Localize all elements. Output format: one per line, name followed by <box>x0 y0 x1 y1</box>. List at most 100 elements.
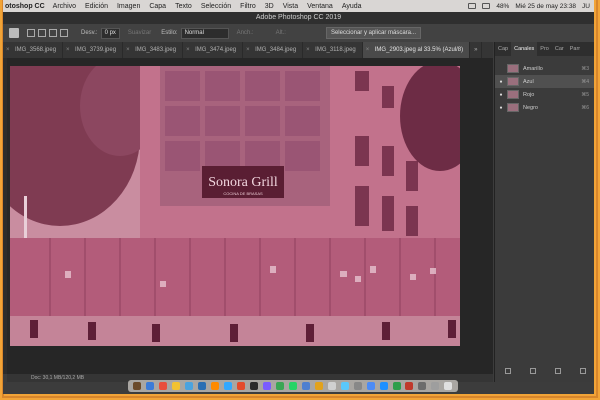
dock-app-icon[interactable] <box>211 382 220 390</box>
load-selection-icon[interactable] <box>504 368 511 374</box>
dock-app-icon[interactable] <box>444 382 453 390</box>
tab-img-2903[interactable]: × IMG_2903.jpeg al 33.5% (Azul/8) <box>362 42 471 58</box>
tab-img-3568[interactable]: × IMG_3568.jpeg <box>3 42 64 58</box>
menu-ayuda[interactable]: Ayuda <box>342 3 362 10</box>
channel-shortcut: ⌘5 <box>581 91 589 98</box>
dock-app-icon[interactable] <box>314 382 323 390</box>
close-icon[interactable]: × <box>66 42 70 58</box>
canvas-area[interactable]: Sonora Grill COCINA DE BRASAS <box>7 58 493 374</box>
sign-text: Sonora Grill <box>208 175 278 190</box>
channel-shortcut: ⌘4 <box>581 78 589 85</box>
close-icon[interactable]: × <box>6 42 10 58</box>
dock-app-icon[interactable] <box>431 382 440 390</box>
channel-azul[interactable]: ● Azul ⌘4 <box>495 75 594 88</box>
intersect-selection-icon[interactable] <box>60 29 68 37</box>
dock-app-icon[interactable] <box>185 382 194 390</box>
sign-subtext: COCINA DE BRASAS <box>223 191 263 196</box>
marquee-tool-icon[interactable] <box>9 28 19 38</box>
dock-app-icon[interactable] <box>159 382 168 390</box>
channel-name: Azul <box>523 78 534 85</box>
dock-app-icon[interactable] <box>263 382 271 390</box>
tab-img-3474[interactable]: × IMG_3474.jpeg <box>183 42 244 58</box>
tab-img-3483[interactable]: × IMG_3483.jpeg <box>123 42 184 58</box>
select-and-mask-button[interactable]: Seleccionar y aplicar máscara... <box>325 27 421 39</box>
dock-app-icon[interactable] <box>133 382 142 390</box>
barrier-wall <box>10 238 460 316</box>
suavizar-checkbox[interactable]: Suavizar <box>128 30 151 36</box>
menu-texto[interactable]: Texto <box>175 3 192 10</box>
dock-app-icon[interactable] <box>379 382 388 390</box>
dock-app-icon[interactable] <box>275 382 284 390</box>
dock-app-icon[interactable] <box>366 382 375 390</box>
tabs-overflow-button[interactable]: » <box>470 42 483 58</box>
dock-app-icon[interactable] <box>327 382 336 390</box>
dock-app-icon[interactable] <box>198 382 207 390</box>
dock <box>128 380 458 392</box>
close-icon[interactable]: × <box>366 42 370 58</box>
tab-propiedades[interactable]: Pro <box>537 42 552 56</box>
battery-icon[interactable] <box>482 3 491 9</box>
estilo-select[interactable]: Normal <box>180 27 229 39</box>
close-icon[interactable]: × <box>306 42 310 58</box>
menu-imagen[interactable]: Imagen <box>117 3 140 10</box>
clock[interactable]: Mié 25 de may 23:38 <box>515 3 576 10</box>
dock-app-icon[interactable] <box>301 382 310 390</box>
add-selection-icon[interactable] <box>38 29 46 37</box>
tab-label: IMG_3474.jpeg <box>195 47 237 53</box>
dock-app-icon[interactable] <box>392 382 401 390</box>
app-menu[interactable]: otoshop CC <box>5 3 45 10</box>
dock-app-icon[interactable] <box>237 382 246 390</box>
close-icon[interactable]: × <box>186 42 190 58</box>
tab-canales[interactable]: Canales <box>511 42 538 56</box>
document-image[interactable]: Sonora Grill COCINA DE BRASAS <box>10 66 460 346</box>
eye-icon[interactable]: ● <box>498 79 504 85</box>
anch-label: Anch.: <box>236 30 254 36</box>
menu-3d[interactable]: 3D <box>265 3 274 10</box>
save-selection-icon[interactable] <box>529 368 536 374</box>
desv-field[interactable]: 0 px <box>100 27 120 39</box>
tab-img-3739[interactable]: × IMG_3739.jpeg <box>63 42 124 58</box>
menu-seleccion[interactable]: Selección <box>201 3 231 10</box>
channel-thumbnail <box>507 90 519 99</box>
dock-app-icon[interactable] <box>418 382 427 390</box>
channel-list: Amarillo ⌘3 ● Azul ⌘4 ● Rojo ⌘5 ● Negro … <box>495 62 594 114</box>
menu-archivo[interactable]: Archivo <box>53 3 76 10</box>
wifi-icon[interactable] <box>468 3 477 9</box>
tab-caracter[interactable]: Car <box>552 42 567 56</box>
menu-ventana[interactable]: Ventana <box>307 3 333 10</box>
menubar-status: 48% Mié 25 de may 23:38 JU <box>468 0 590 12</box>
photo-svg: Sonora Grill COCINA DE BRASAS <box>10 66 460 346</box>
menu-vista[interactable]: Vista <box>283 3 298 10</box>
tab-img-3118[interactable]: × IMG_3118.jpeg <box>303 42 363 58</box>
close-icon[interactable]: × <box>246 42 250 58</box>
tab-label: IMG_3568.jpeg <box>15 47 57 53</box>
tab-label: IMG_3739.jpeg <box>75 47 117 53</box>
new-selection-icon[interactable] <box>27 29 35 37</box>
eye-icon[interactable]: ● <box>498 105 504 111</box>
menu-filtro[interactable]: Filtro <box>240 3 256 10</box>
channel-rojo[interactable]: ● Rojo ⌘5 <box>495 88 594 101</box>
tab-capas[interactable]: Cap <box>495 42 511 56</box>
tab-parrafo[interactable]: Parr <box>567 42 583 56</box>
dock-app-icon[interactable] <box>288 382 297 390</box>
dock-app-icon[interactable] <box>250 382 259 390</box>
channel-amarillo[interactable]: Amarillo ⌘3 <box>495 62 594 75</box>
dock-app-icon[interactable] <box>405 382 414 390</box>
tab-img-3484[interactable]: × IMG_3484.jpeg <box>243 42 304 58</box>
dock-app-icon[interactable] <box>146 382 155 390</box>
dock-app-icon[interactable] <box>224 382 233 390</box>
menu-edicion[interactable]: Edición <box>85 3 108 10</box>
channel-negro[interactable]: ● Negro ⌘6 <box>495 101 594 114</box>
dock-app-icon[interactable] <box>340 382 349 390</box>
dock-app-icon[interactable] <box>353 382 362 390</box>
user-name[interactable]: JU <box>582 3 590 10</box>
close-icon[interactable]: × <box>126 42 130 58</box>
panel-tabs: Cap Canales Pro Car Parr <box>495 42 594 56</box>
trash-icon[interactable] <box>579 368 586 374</box>
menu-capa[interactable]: Capa <box>149 3 166 10</box>
dock-app-icon[interactable] <box>172 382 181 390</box>
eye-icon[interactable]: ● <box>498 92 504 98</box>
subtract-selection-icon[interactable] <box>49 29 57 37</box>
new-channel-icon[interactable] <box>554 368 561 374</box>
channel-name: Rojo <box>523 91 535 98</box>
